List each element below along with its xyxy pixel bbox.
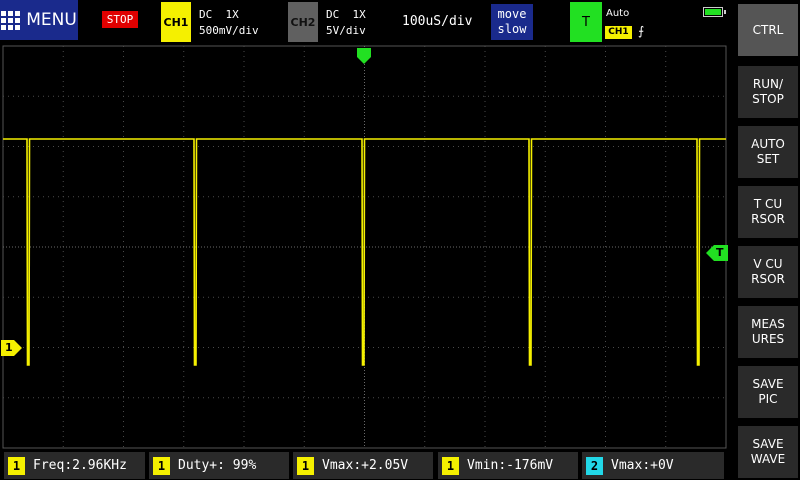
ch2-scale: 5V/div xyxy=(326,24,366,37)
waveform-display[interactable] xyxy=(0,44,728,450)
measurement-label: Vmax xyxy=(611,458,643,473)
move-label: move xyxy=(497,7,527,21)
menu-button[interactable]: MENU xyxy=(0,0,78,40)
trigger-mode: Auto xyxy=(606,8,630,19)
ch1-scale: 500mV/div xyxy=(199,24,259,37)
rising-edge-icon: ⨍ xyxy=(638,24,645,38)
measures-button[interactable]: MEAS URES xyxy=(738,306,798,358)
measurement-label: Freq xyxy=(33,458,65,473)
run-stop-button[interactable]: RUN/ STOP xyxy=(738,66,798,118)
run-status-badge[interactable]: STOP xyxy=(102,11,138,28)
measurement-label: Duty+ xyxy=(178,458,218,473)
measurement-value: :2.96KHz xyxy=(64,458,127,473)
measurement-channel-badge: 1 xyxy=(153,456,170,475)
measurement-value: :+0V xyxy=(642,458,674,473)
measurement-channel-badge: 1 xyxy=(442,456,459,475)
trigger-tag[interactable]: T xyxy=(570,2,602,42)
ch2-coupling: DC 1X xyxy=(326,8,366,21)
save-wave-button[interactable]: SAVE WAVE xyxy=(738,426,798,478)
trigger-level-label: T xyxy=(716,246,724,259)
ch1-tag[interactable]: CH1 xyxy=(161,2,191,42)
battery-icon xyxy=(703,7,726,17)
save-picture-button[interactable]: SAVE PIC xyxy=(738,366,798,418)
move-speed-label: slow xyxy=(497,22,527,36)
trigger-level-marker[interactable]: T xyxy=(706,245,728,261)
ch1-coupling: DC 1X xyxy=(199,8,239,21)
menu-grid-icon xyxy=(1,10,21,30)
voltage-cursor-button[interactable]: V CU RSOR xyxy=(738,246,798,298)
measurement-channel-badge: 1 xyxy=(8,456,25,475)
ch1-level-marker[interactable]: 1 xyxy=(1,340,22,356)
measurement-duty[interactable]: 1 Duty+: 99% xyxy=(149,452,289,479)
measurement-value: :-176mV xyxy=(498,458,554,473)
measurement-ch2-vmax[interactable]: 2 Vmax:+0V xyxy=(582,452,724,479)
measurement-label: Vmin xyxy=(467,458,499,473)
trigger-position-marker-icon[interactable] xyxy=(357,48,371,64)
measurement-channel-badge: 2 xyxy=(586,456,603,475)
measurement-label: Vmax xyxy=(322,458,354,473)
measurement-channel-badge: 1 xyxy=(297,456,314,475)
measurement-value: :+2.05V xyxy=(353,458,409,473)
menu-label: MENU xyxy=(26,10,77,30)
move-speed-button[interactable]: move slow xyxy=(491,4,533,40)
measurement-freq[interactable]: 1 Freq:2.96KHz xyxy=(4,452,145,479)
measurement-ch1-vmin[interactable]: 1 Vmin:-176mV xyxy=(438,452,578,479)
trigger-source: CH1 xyxy=(605,26,632,39)
measurement-value: : 99% xyxy=(217,458,257,473)
ch1-marker-label: 1 xyxy=(5,341,13,354)
measurement-ch1-vmax[interactable]: 1 Vmax:+2.05V xyxy=(293,452,433,479)
auto-set-button[interactable]: AUTO SET xyxy=(738,126,798,178)
ch2-tag[interactable]: CH2 xyxy=(288,2,318,42)
ctrl-button[interactable]: CTRL xyxy=(738,4,798,56)
ch2-settings[interactable]: DC 1X 5V/div xyxy=(326,7,366,39)
ch1-settings[interactable]: DC 1X 500mV/div xyxy=(199,7,259,39)
time-cursor-button[interactable]: T CU RSOR xyxy=(738,186,798,238)
timebase-readout[interactable]: 100uS/div xyxy=(402,14,472,29)
